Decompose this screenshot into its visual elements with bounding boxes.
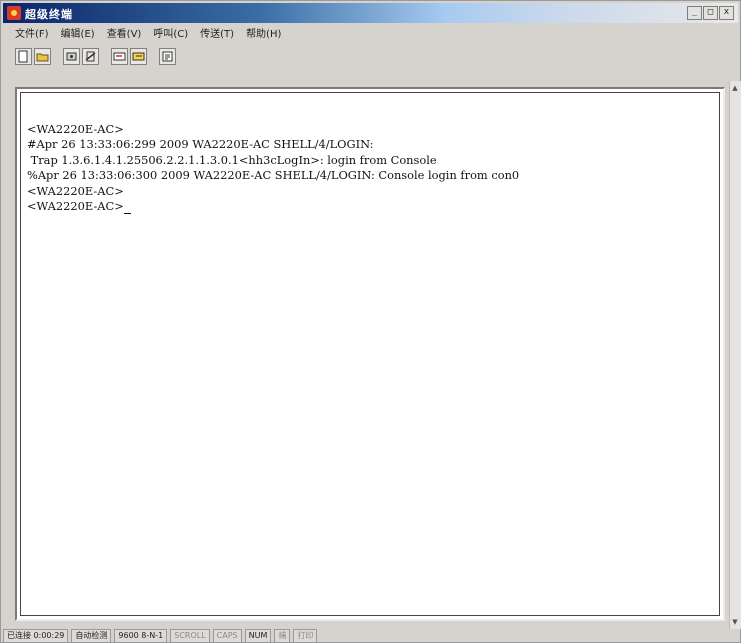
status-port-settings: 9600 8-N-1: [114, 629, 168, 643]
receive-icon[interactable]: [130, 47, 147, 65]
terminal-prompt-line: <WA2220E-AC>: [27, 199, 519, 215]
terminal-output: <WA2220E-AC> #Apr 26 13:33:06:299 2009 WA…: [27, 122, 520, 215]
menu-help[interactable]: 帮助(H): [246, 25, 281, 41]
text-cursor: [123, 201, 131, 215]
status-detect: 自动检测: [71, 629, 112, 643]
menu-view[interactable]: 查看(V): [107, 25, 142, 41]
new-icon[interactable]: [15, 47, 32, 65]
disconnect-icon[interactable]: [82, 47, 99, 65]
status-scroll: SCROLL: [170, 629, 210, 643]
status-print-echo: 打印: [293, 629, 318, 643]
terminal-line: %Apr 26 13:33:06:300 2009 WA2220E-AC SHE…: [27, 168, 520, 183]
scroll-down-icon[interactable]: ▼: [731, 617, 739, 627]
status-capture: 捕: [274, 629, 291, 643]
window-title: 超级终端: [25, 8, 73, 21]
menu-bar: 文件(F) 编辑(E) 查看(V) 呼叫(C) 传送(T) 帮助(H): [15, 25, 281, 41]
send-icon[interactable]: [111, 47, 128, 65]
scroll-up-icon[interactable]: ▲: [731, 83, 739, 93]
terminal-line: <WA2220E-AC>: [27, 183, 124, 198]
maximize-button[interactable]: □: [703, 6, 718, 20]
hyperterminal-window: 超级终端 _ □ x 文件(F) 编辑(E) 查看(V) 呼叫(C) 传送(T)…: [0, 0, 741, 643]
title-bar[interactable]: 超级终端 _ □ x: [3, 3, 738, 23]
menu-file[interactable]: 文件(F): [15, 25, 49, 41]
menu-edit[interactable]: 编辑(E): [61, 25, 95, 41]
status-connected-time: 已连接 0:00:29: [3, 629, 69, 643]
minimize-button[interactable]: _: [687, 6, 702, 20]
dial-icon[interactable]: [63, 47, 80, 65]
terminal-line: Trap 1.3.6.1.4.1.25506.2.2.1.1.3.0.1<hh3…: [27, 152, 437, 167]
status-num: NUM: [244, 629, 272, 643]
menu-transfer[interactable]: 传送(T): [200, 25, 234, 41]
terminal-prompt: <WA2220E-AC>: [27, 199, 124, 214]
terminal-line: #Apr 26 13:33:06:299 2009 WA2220E-AC SHE…: [27, 137, 374, 152]
terminal-line: <WA2220E-AC>: [27, 122, 124, 136]
vertical-scrollbar[interactable]: ▲ ▼: [729, 81, 741, 629]
close-button[interactable]: x: [719, 6, 734, 20]
toolbar: [15, 45, 176, 67]
status-caps: CAPS: [212, 629, 242, 643]
menu-call[interactable]: 呼叫(C): [153, 25, 188, 41]
open-icon[interactable]: [34, 47, 51, 65]
status-bar: 已连接 0:00:29 自动检测 9600 8-N-1 SCROLL CAPS …: [3, 629, 740, 643]
app-icon[interactable]: [7, 6, 21, 20]
properties-icon[interactable]: [159, 47, 176, 65]
terminal-area[interactable]: <WA2220E-AC> #Apr 26 13:33:06:299 2009 WA…: [15, 87, 725, 621]
